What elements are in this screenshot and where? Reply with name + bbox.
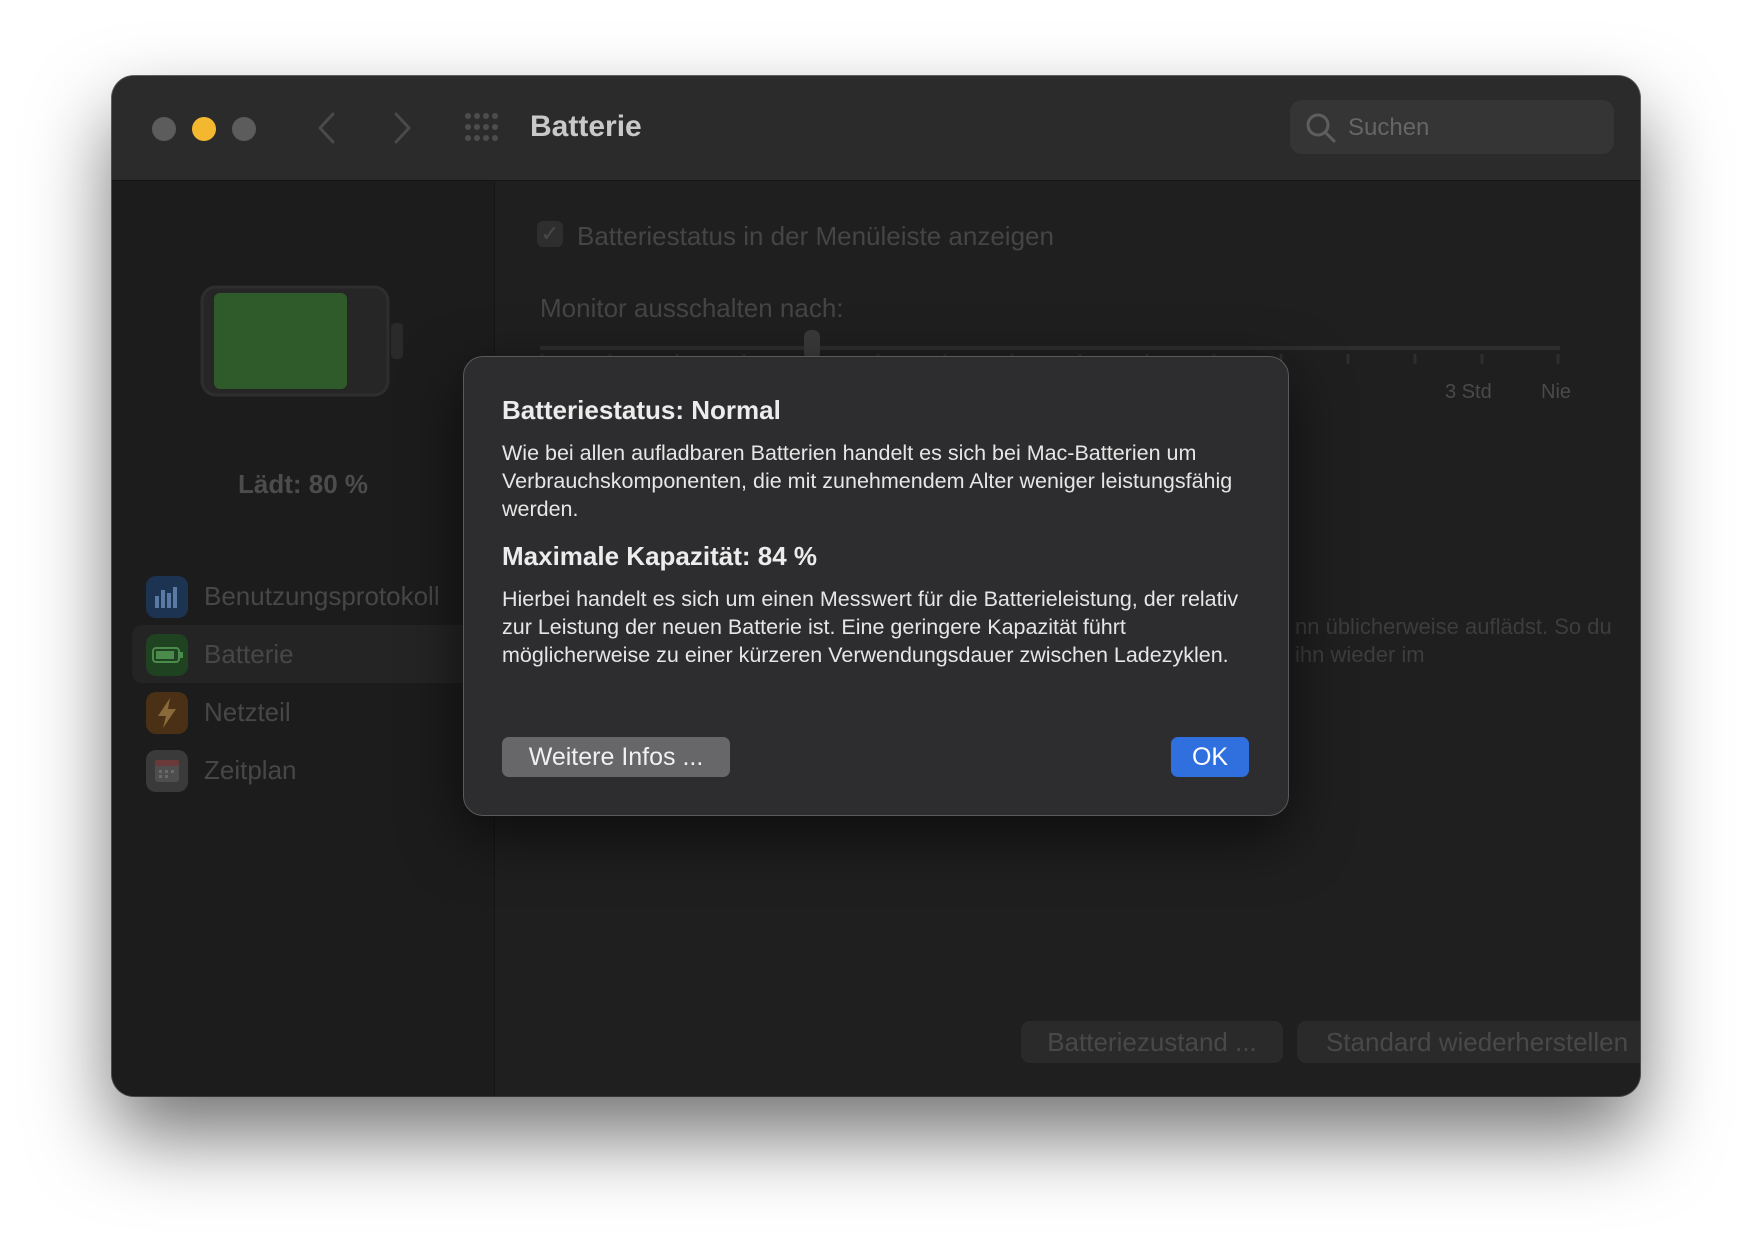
sidebar-item-label: Batterie [204, 639, 294, 669]
max-capacity-heading: Maximale Kapazität: 84 % [502, 541, 818, 571]
show-menubar-checkbox[interactable]: ✓ [537, 221, 563, 247]
sidebar-item-zeitplan[interactable]: Zeitplan [132, 741, 472, 799]
grid-icon [465, 113, 498, 141]
chevron-right-icon [394, 112, 411, 144]
sidebar-item-label: Benutzungsprotokoll [204, 581, 440, 611]
bar-chart-icon [146, 576, 188, 618]
sidebar-item-label: Zeitplan [204, 755, 297, 785]
minimize-window-button[interactable] [192, 117, 216, 141]
ok-button[interactable]: OK [1171, 737, 1249, 777]
more-info-button[interactable]: Weitere Infos ... [502, 737, 730, 777]
close-window-button[interactable] [152, 117, 176, 141]
calendar-icon [146, 750, 188, 792]
monitor-off-label: Monitor ausschalten nach: [540, 293, 844, 323]
battery-health-button[interactable]: Batteriezustand ... [1021, 1021, 1283, 1063]
max-capacity-text: Hierbei handelt es sich um einen Messwer… [502, 587, 1239, 667]
zoom-window-button[interactable] [232, 117, 256, 141]
search-input[interactable] [1346, 100, 1600, 156]
title-bar: Batterie [112, 76, 1640, 181]
charge-status: Lädt: 80 % [237, 469, 369, 499]
option-description: nn üblicherweise auflädst. So du ihn wie… [1295, 614, 1612, 667]
back-button[interactable] [307, 106, 347, 150]
slider-tick-3std: 3 Std [1445, 381, 1492, 403]
sidebar-item-label: Netzteil [204, 697, 291, 727]
battery-icon [146, 634, 188, 676]
battery-graphic [200, 285, 403, 397]
battery-status-text: Wie bei allen aufladbaren Batterien hand… [502, 441, 1233, 521]
window-title: Batterie [530, 110, 642, 143]
slider-tick-nie: Nie [1541, 381, 1572, 403]
sidebar-item-batterie[interactable]: Batterie [132, 625, 472, 683]
restore-defaults-button[interactable]: Standard wiederherstellen [1297, 1021, 1640, 1063]
search-icon [1306, 113, 1336, 143]
sidebar-item-benutzungsprotokoll[interactable]: Benutzungsprotokoll [132, 567, 472, 625]
show-menubar-label: Batteriestatus in der Menüleiste anzeige… [577, 221, 1054, 251]
show-all-button[interactable] [464, 112, 500, 142]
sidebar-item-netzteil[interactable]: Netzteil [132, 683, 472, 741]
search-field[interactable] [1290, 100, 1614, 156]
battery-health-dialog: Batteriestatus: Normal Wie bei allen auf… [463, 356, 1289, 816]
forward-button[interactable] [382, 106, 422, 150]
sidebar: Lädt: 80 % Benutzungsprotokoll Batterie … [112, 181, 495, 1096]
battery-status-heading: Batteriestatus: Normal [502, 395, 781, 425]
bolt-icon [146, 692, 188, 734]
chevron-left-icon [318, 112, 335, 144]
